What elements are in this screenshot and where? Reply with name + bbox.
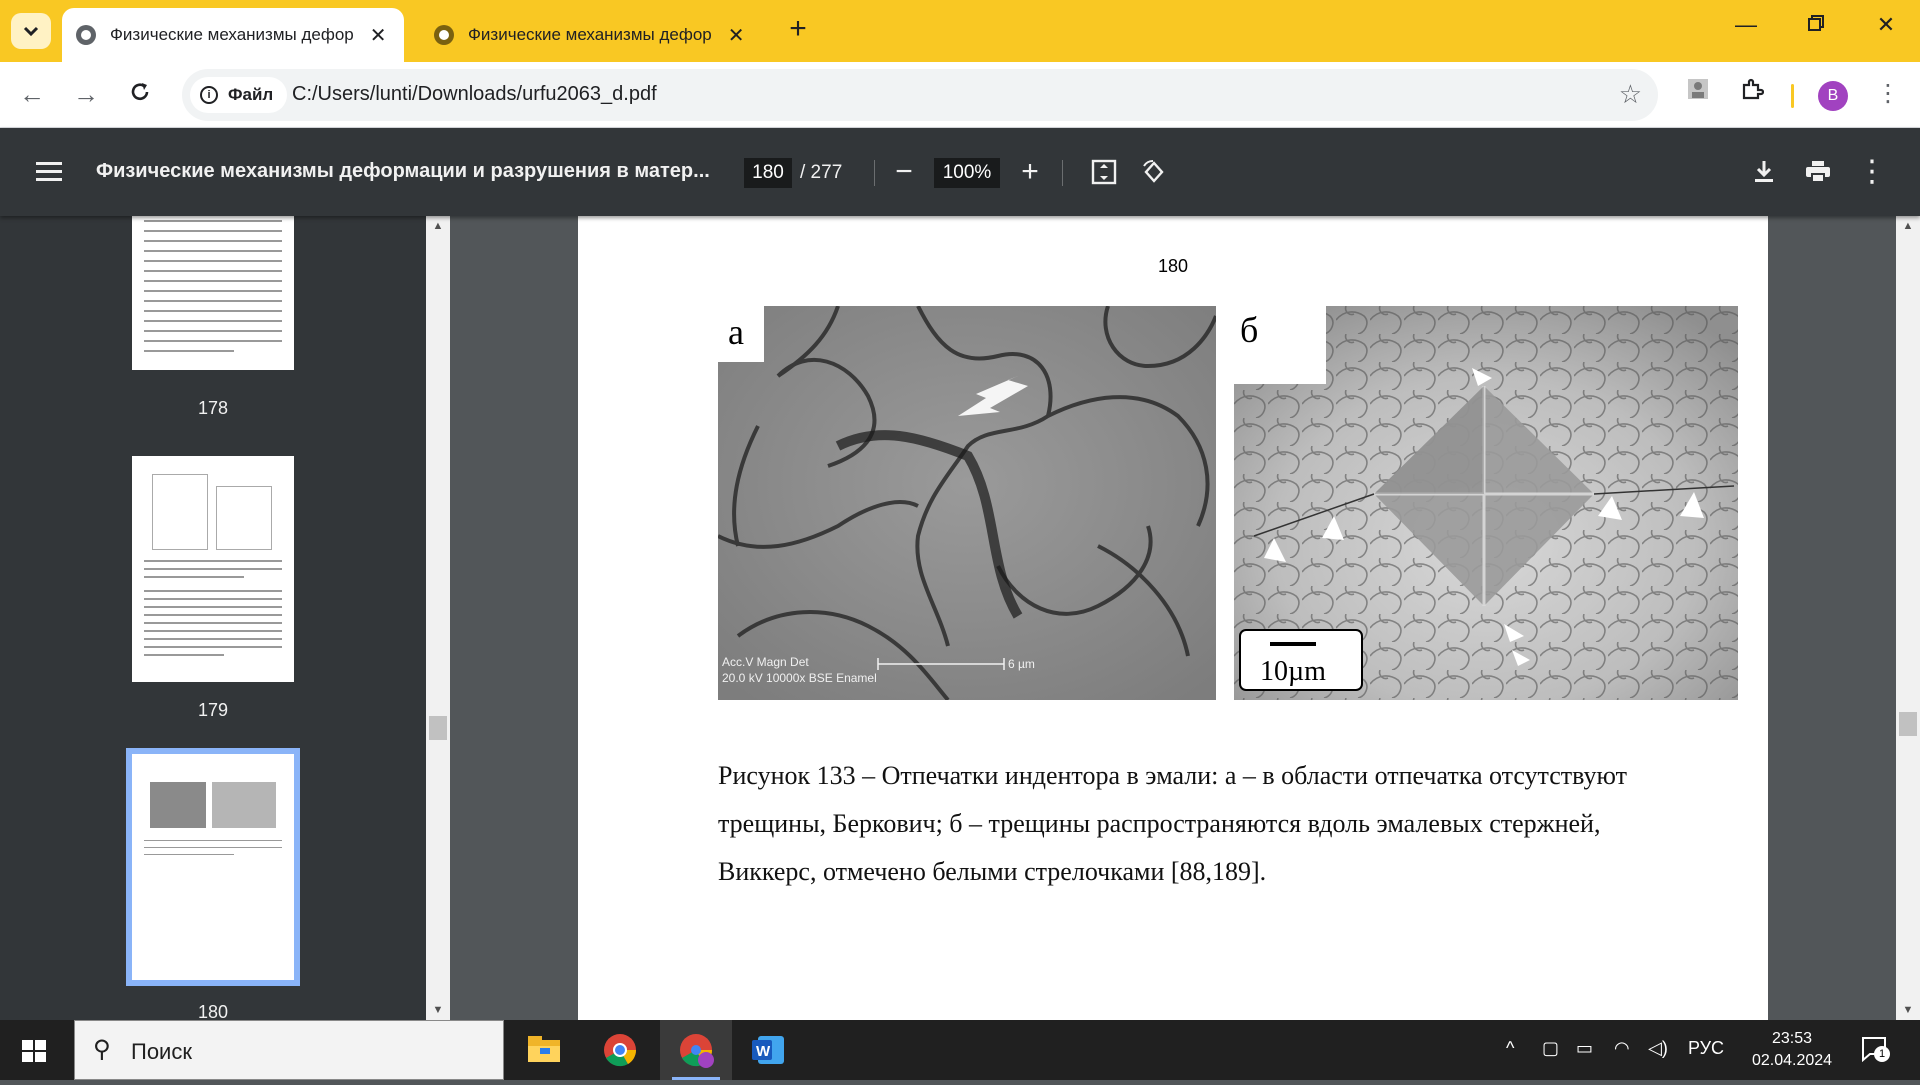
search-icon: ⚲	[93, 1036, 111, 1063]
avatar[interactable]: B	[1818, 81, 1848, 111]
clock-time: 23:53	[1771, 1030, 1813, 1047]
svg-text:Acc.V Magn Det: Acc.V Magn Det	[722, 655, 809, 669]
toolbar-divider	[1062, 160, 1063, 186]
thumbnail-label: 179	[197, 700, 229, 720]
globe-icon	[434, 25, 454, 45]
zoom-input[interactable]: 100%	[934, 158, 1000, 188]
zoom-out-button[interactable]: −	[886, 154, 922, 190]
tab-search-button[interactable]	[11, 13, 51, 49]
extensions-puzzle-icon[interactable]	[1734, 76, 1770, 112]
caption-line: Виккерс, отмечено белыми стрелочками [88…	[718, 857, 1267, 886]
document-title: Физические механизмы деформации и разруш…	[96, 160, 710, 182]
windows-taskbar: ⚲ Поиск W ^ ▢ ▭ ◠ ◁) РУС 23:53 02.04.202…	[0, 1020, 1920, 1080]
wifi-icon[interactable]: ◠	[1614, 1038, 1630, 1059]
svg-text:W: W	[756, 1043, 771, 1060]
more-options-icon[interactable]: ⋮	[1854, 154, 1890, 190]
scrollbar-thumb[interactable]	[1899, 712, 1917, 736]
globe-icon	[76, 25, 96, 45]
notification-count: 1	[1874, 1046, 1890, 1062]
restore-icon[interactable]	[1796, 12, 1836, 38]
volume-icon[interactable]: ◁)	[1648, 1038, 1668, 1059]
language-indicator[interactable]: РУС	[1688, 1038, 1724, 1059]
toolbar-divider	[874, 160, 875, 186]
viewer-scrollbar[interactable]: ▲ ▼	[1896, 216, 1920, 1020]
chrome-profile-icon[interactable]	[660, 1020, 732, 1080]
chevron-up-icon[interactable]: ^	[1506, 1038, 1514, 1059]
bookmark-star-icon[interactable]: ☆	[1619, 79, 1642, 110]
page-number: 180	[1157, 256, 1189, 276]
svg-text:20.0 kV 10000x BSE Enamel: 20.0 kV 10000x BSE Enamel	[722, 671, 877, 685]
minimize-icon[interactable]: —	[1726, 12, 1766, 38]
address-bar[interactable]: i Файл C:/Users/lunti/Downloads/urfu2063…	[182, 69, 1658, 121]
browser-toolbar: ← → i Файл C:/Users/lunti/Downloads/urfu…	[0, 62, 1920, 128]
new-tab-button[interactable]: +	[780, 12, 816, 46]
scroll-up-arrow-icon[interactable]: ▲	[426, 216, 450, 236]
caption-line: трещины, Беркович; б – трещины распростр…	[718, 809, 1601, 838]
menu-dots-icon[interactable]: ⋮	[1870, 76, 1906, 112]
print-icon[interactable]	[1800, 154, 1836, 190]
url-text[interactable]: C:/Users/lunti/Downloads/urfu2063_d.pdf	[292, 83, 657, 106]
thumbnail-label: 180	[197, 1002, 229, 1020]
scroll-down-arrow-icon[interactable]: ▼	[1896, 1000, 1920, 1020]
chevron-down-icon	[23, 26, 39, 37]
back-arrow-icon[interactable]: ←	[14, 76, 50, 112]
word-icon[interactable]: W	[732, 1020, 804, 1080]
caption-line: Рисунок 133 – Отпечатки индентора в эмал…	[718, 761, 1627, 790]
rotate-icon[interactable]	[1136, 154, 1172, 190]
figure-label-b: б	[1240, 310, 1258, 350]
thumbnail-page-178[interactable]	[132, 216, 294, 370]
page-number-input[interactable]: 180	[744, 158, 792, 188]
scroll-down-arrow-icon[interactable]: ▼	[426, 1000, 450, 1020]
close-tab-icon[interactable]: ✕	[724, 23, 748, 48]
tab-active[interactable]: Физические механизмы дефор ✕	[62, 8, 404, 62]
file-explorer-icon[interactable]	[508, 1020, 580, 1080]
notification-icon[interactable]: 1	[1860, 1034, 1890, 1063]
forward-arrow-icon[interactable]: →	[68, 76, 104, 112]
scrollbar-thumb[interactable]	[429, 716, 447, 740]
battery-icon[interactable]: ▭	[1576, 1038, 1593, 1059]
toolbar-separator	[1791, 84, 1794, 108]
figure-image-a: а Acc.V Magn Det 6 µm 20.0 kV 10000x BSE…	[718, 306, 1216, 700]
windows-start-icon[interactable]	[22, 1040, 46, 1062]
fit-page-icon[interactable]	[1086, 154, 1122, 190]
figure-caption: Рисунок 133 – Отпечатки индентора в эмал…	[718, 752, 1718, 896]
taskbar-search-box[interactable]: ⚲ Поиск	[74, 1020, 504, 1080]
chrome-icon[interactable]	[584, 1020, 656, 1080]
tab-title: Физические механизмы дефор	[110, 25, 354, 44]
sidebar-scrollbar[interactable]: ▲ ▼	[426, 216, 450, 1020]
info-icon: i	[200, 86, 218, 104]
pdf-page: 180 а Acc.V Magn Det 6 µm 20.0 kV 10000x…	[578, 216, 1768, 1020]
tab-strip: Физические механизмы дефор ✕ Физические …	[0, 0, 1920, 62]
scroll-up-arrow-icon[interactable]: ▲	[1896, 216, 1920, 236]
page-total: / 277	[800, 162, 843, 183]
figure-label-a: а	[728, 312, 744, 352]
clock-date: 02.04.2024	[1751, 1052, 1833, 1069]
thumbnail-page-180[interactable]	[126, 748, 300, 986]
thumbnail-label: 178	[197, 398, 229, 418]
zoom-in-button[interactable]: +	[1012, 154, 1048, 190]
close-window-icon[interactable]: ✕	[1866, 12, 1906, 38]
download-icon[interactable]	[1746, 154, 1782, 190]
pdf-viewer[interactable]: 180 а Acc.V Magn Det 6 µm 20.0 kV 10000x…	[450, 216, 1896, 1020]
close-tab-icon[interactable]: ✕	[366, 23, 390, 48]
search-placeholder: Поиск	[131, 1039, 192, 1064]
tab-title: Физические механизмы дефор	[468, 25, 712, 44]
reload-icon[interactable]	[122, 76, 158, 112]
meet-icon[interactable]: ▢	[1542, 1038, 1559, 1059]
svg-text:6 µm: 6 µm	[1008, 657, 1035, 671]
scale-bar-label: 10µm	[1260, 656, 1326, 687]
thumbnail-page-179[interactable]	[132, 456, 294, 682]
thumbnail-sidebar: 178 179 180	[0, 216, 450, 1020]
site-chip-label: Файл	[228, 85, 274, 104]
site-info-chip[interactable]: i Файл	[190, 77, 288, 113]
figure-image-b: б 10µm	[1234, 306, 1738, 700]
taskbar-clock[interactable]: 23:53 02.04.2024	[1732, 1028, 1852, 1072]
profile-guest-icon[interactable]	[1680, 76, 1716, 112]
hamburger-menu-icon[interactable]	[36, 162, 62, 182]
pdf-toolbar: Физические механизмы деформации и разруш…	[0, 128, 1920, 216]
tab-inactive[interactable]: Физические механизмы дефор ✕	[420, 8, 762, 62]
